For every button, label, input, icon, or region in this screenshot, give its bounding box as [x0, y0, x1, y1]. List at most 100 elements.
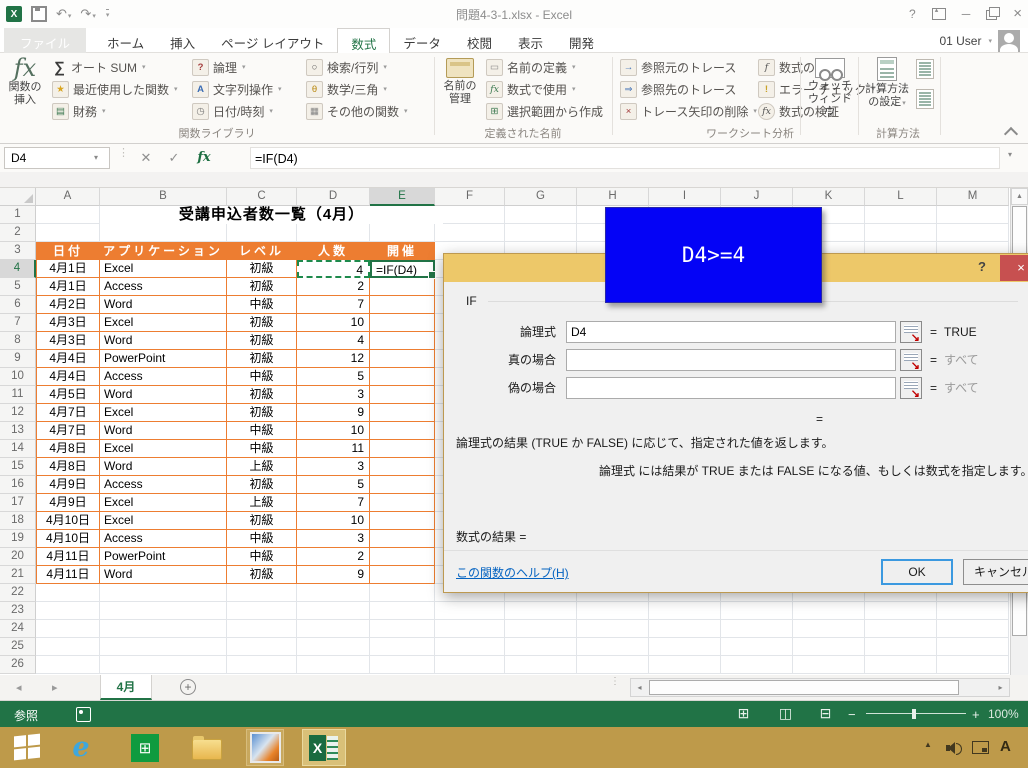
cell-A3[interactable]: 日付 — [36, 242, 100, 260]
tab-page-layout[interactable]: ページ レイアウト — [208, 28, 337, 53]
row-header-1[interactable]: 1 — [0, 206, 36, 224]
cell-B5[interactable]: Access — [100, 278, 227, 296]
autosum-button[interactable]: ∑ オート SUM▾ — [52, 57, 146, 77]
cell-E14[interactable] — [370, 440, 435, 458]
cell-C6[interactable]: 中級 — [227, 296, 297, 314]
cell-D3[interactable]: 人数 — [297, 242, 370, 260]
cell-A18[interactable]: 4月10日 — [36, 512, 100, 530]
row-header-14[interactable]: 14 — [0, 440, 36, 458]
cell-D15[interactable]: 3 — [297, 458, 370, 476]
restore-button[interactable] — [986, 10, 997, 20]
formula-input[interactable]: =IF(D4) — [250, 147, 1000, 169]
cell-C16[interactable]: 初級 — [227, 476, 297, 494]
cell-F23[interactable] — [435, 602, 505, 620]
cell-I25[interactable] — [649, 638, 721, 656]
watch-window-button[interactable]: ウォッチ ウィンドウ — [804, 55, 856, 119]
cell-G26[interactable] — [505, 656, 577, 674]
cell-A4[interactable]: 4月1日 — [36, 260, 100, 278]
expand-formula-bar-icon[interactable]: ▾ — [1008, 150, 1012, 159]
function-help-link[interactable]: この関数のヘルプ(H) — [456, 564, 569, 581]
row-header-23[interactable]: 23 — [0, 602, 36, 620]
cell-B8[interactable]: Word — [100, 332, 227, 350]
cell-B18[interactable]: Excel — [100, 512, 227, 530]
cell-E18[interactable] — [370, 512, 435, 530]
tab-data[interactable]: データ — [390, 28, 454, 53]
cell-D22[interactable] — [297, 584, 370, 602]
cell-D19[interactable]: 3 — [297, 530, 370, 548]
row-header-21[interactable]: 21 — [0, 566, 36, 584]
cell-G24[interactable] — [505, 620, 577, 638]
cell-D24[interactable] — [297, 620, 370, 638]
cell-E20[interactable] — [370, 548, 435, 566]
cell-E12[interactable] — [370, 404, 435, 422]
range-picker-icon[interactable] — [900, 349, 922, 371]
sheet-nav-left-icon[interactable]: ◂ — [16, 681, 22, 694]
cell-B4[interactable]: Excel — [100, 260, 227, 278]
calculation-options-button[interactable]: 計算方法 の設定▾ — [862, 55, 912, 110]
column-header-F[interactable]: F — [435, 188, 505, 206]
cell-A26[interactable] — [36, 656, 100, 674]
cell-L25[interactable] — [865, 638, 937, 656]
sheet-tab-april[interactable]: 4月 — [100, 675, 152, 700]
tab-insert[interactable]: 挿入 — [157, 28, 208, 53]
cell-D17[interactable]: 7 — [297, 494, 370, 512]
cell-F26[interactable] — [435, 656, 505, 674]
cell-C2[interactable] — [227, 224, 297, 242]
cell-B21[interactable]: Word — [100, 566, 227, 584]
range-picker-icon[interactable] — [900, 321, 922, 343]
cell-C11[interactable]: 初級 — [227, 386, 297, 404]
cell-E6[interactable] — [370, 296, 435, 314]
cell-D13[interactable]: 10 — [297, 422, 370, 440]
row-header-16[interactable]: 16 — [0, 476, 36, 494]
cell-A11[interactable]: 4月5日 — [36, 386, 100, 404]
cell-A8[interactable]: 4月3日 — [36, 332, 100, 350]
cell-E16[interactable] — [370, 476, 435, 494]
datetime-button[interactable]: ◷ 日付/時刻▾ — [192, 101, 273, 121]
cell-B2[interactable] — [100, 224, 227, 242]
cell-E8[interactable] — [370, 332, 435, 350]
remove-arrows-button[interactable]: × トレース矢印の削除▾ — [620, 101, 757, 121]
column-header-A[interactable]: A — [36, 188, 100, 206]
ime-mode-icon[interactable]: A — [1000, 738, 1011, 755]
row-header-25[interactable]: 25 — [0, 638, 36, 656]
taskbar-store-button[interactable]: ⊞ — [126, 729, 164, 766]
row-header-26[interactable]: 26 — [0, 656, 36, 674]
cell-C5[interactable]: 初級 — [227, 278, 297, 296]
cell-E13[interactable] — [370, 422, 435, 440]
taskbar-photos-app-button[interactable] — [246, 729, 284, 766]
zoom-slider[interactable] — [866, 713, 966, 714]
cell-C7[interactable]: 初級 — [227, 314, 297, 332]
cell-D11[interactable]: 3 — [297, 386, 370, 404]
tab-review[interactable]: 校閲 — [454, 28, 505, 53]
column-header-C[interactable]: C — [227, 188, 297, 206]
cell-A5[interactable]: 4月1日 — [36, 278, 100, 296]
cell-B11[interactable]: Word — [100, 386, 227, 404]
collapse-ribbon-button[interactable] — [1004, 127, 1018, 141]
cell-L26[interactable] — [865, 656, 937, 674]
cell-D20[interactable]: 2 — [297, 548, 370, 566]
cell-L2[interactable] — [865, 224, 937, 242]
cell-M1[interactable] — [937, 206, 1009, 224]
dialog-help-button[interactable]: ? — [978, 259, 986, 274]
column-header-I[interactable]: I — [649, 188, 721, 206]
cell-M24[interactable] — [937, 620, 1009, 638]
cell-B23[interactable] — [100, 602, 227, 620]
cell-C20[interactable]: 中級 — [227, 548, 297, 566]
cell-B3[interactable]: アプリケーション — [100, 242, 227, 260]
cell-C19[interactable]: 中級 — [227, 530, 297, 548]
new-sheet-button[interactable]: + — [180, 679, 196, 695]
cell-B14[interactable]: Excel — [100, 440, 227, 458]
cell-C18[interactable]: 初級 — [227, 512, 297, 530]
range-picker-icon[interactable] — [900, 377, 922, 399]
row-header-22[interactable]: 22 — [0, 584, 36, 602]
cell-B22[interactable] — [100, 584, 227, 602]
row-header-6[interactable]: 6 — [0, 296, 36, 314]
help-button[interactable]: ? — [909, 7, 916, 21]
cell-M2[interactable] — [937, 224, 1009, 242]
cell-D4[interactable]: 4 — [297, 260, 370, 278]
text-functions-button[interactable]: A 文字列操作▾ — [192, 79, 282, 99]
cell-B20[interactable]: PowerPoint — [100, 548, 227, 566]
cell-A19[interactable]: 4月10日 — [36, 530, 100, 548]
logical-test-input[interactable] — [566, 321, 896, 343]
cell-A10[interactable]: 4月4日 — [36, 368, 100, 386]
